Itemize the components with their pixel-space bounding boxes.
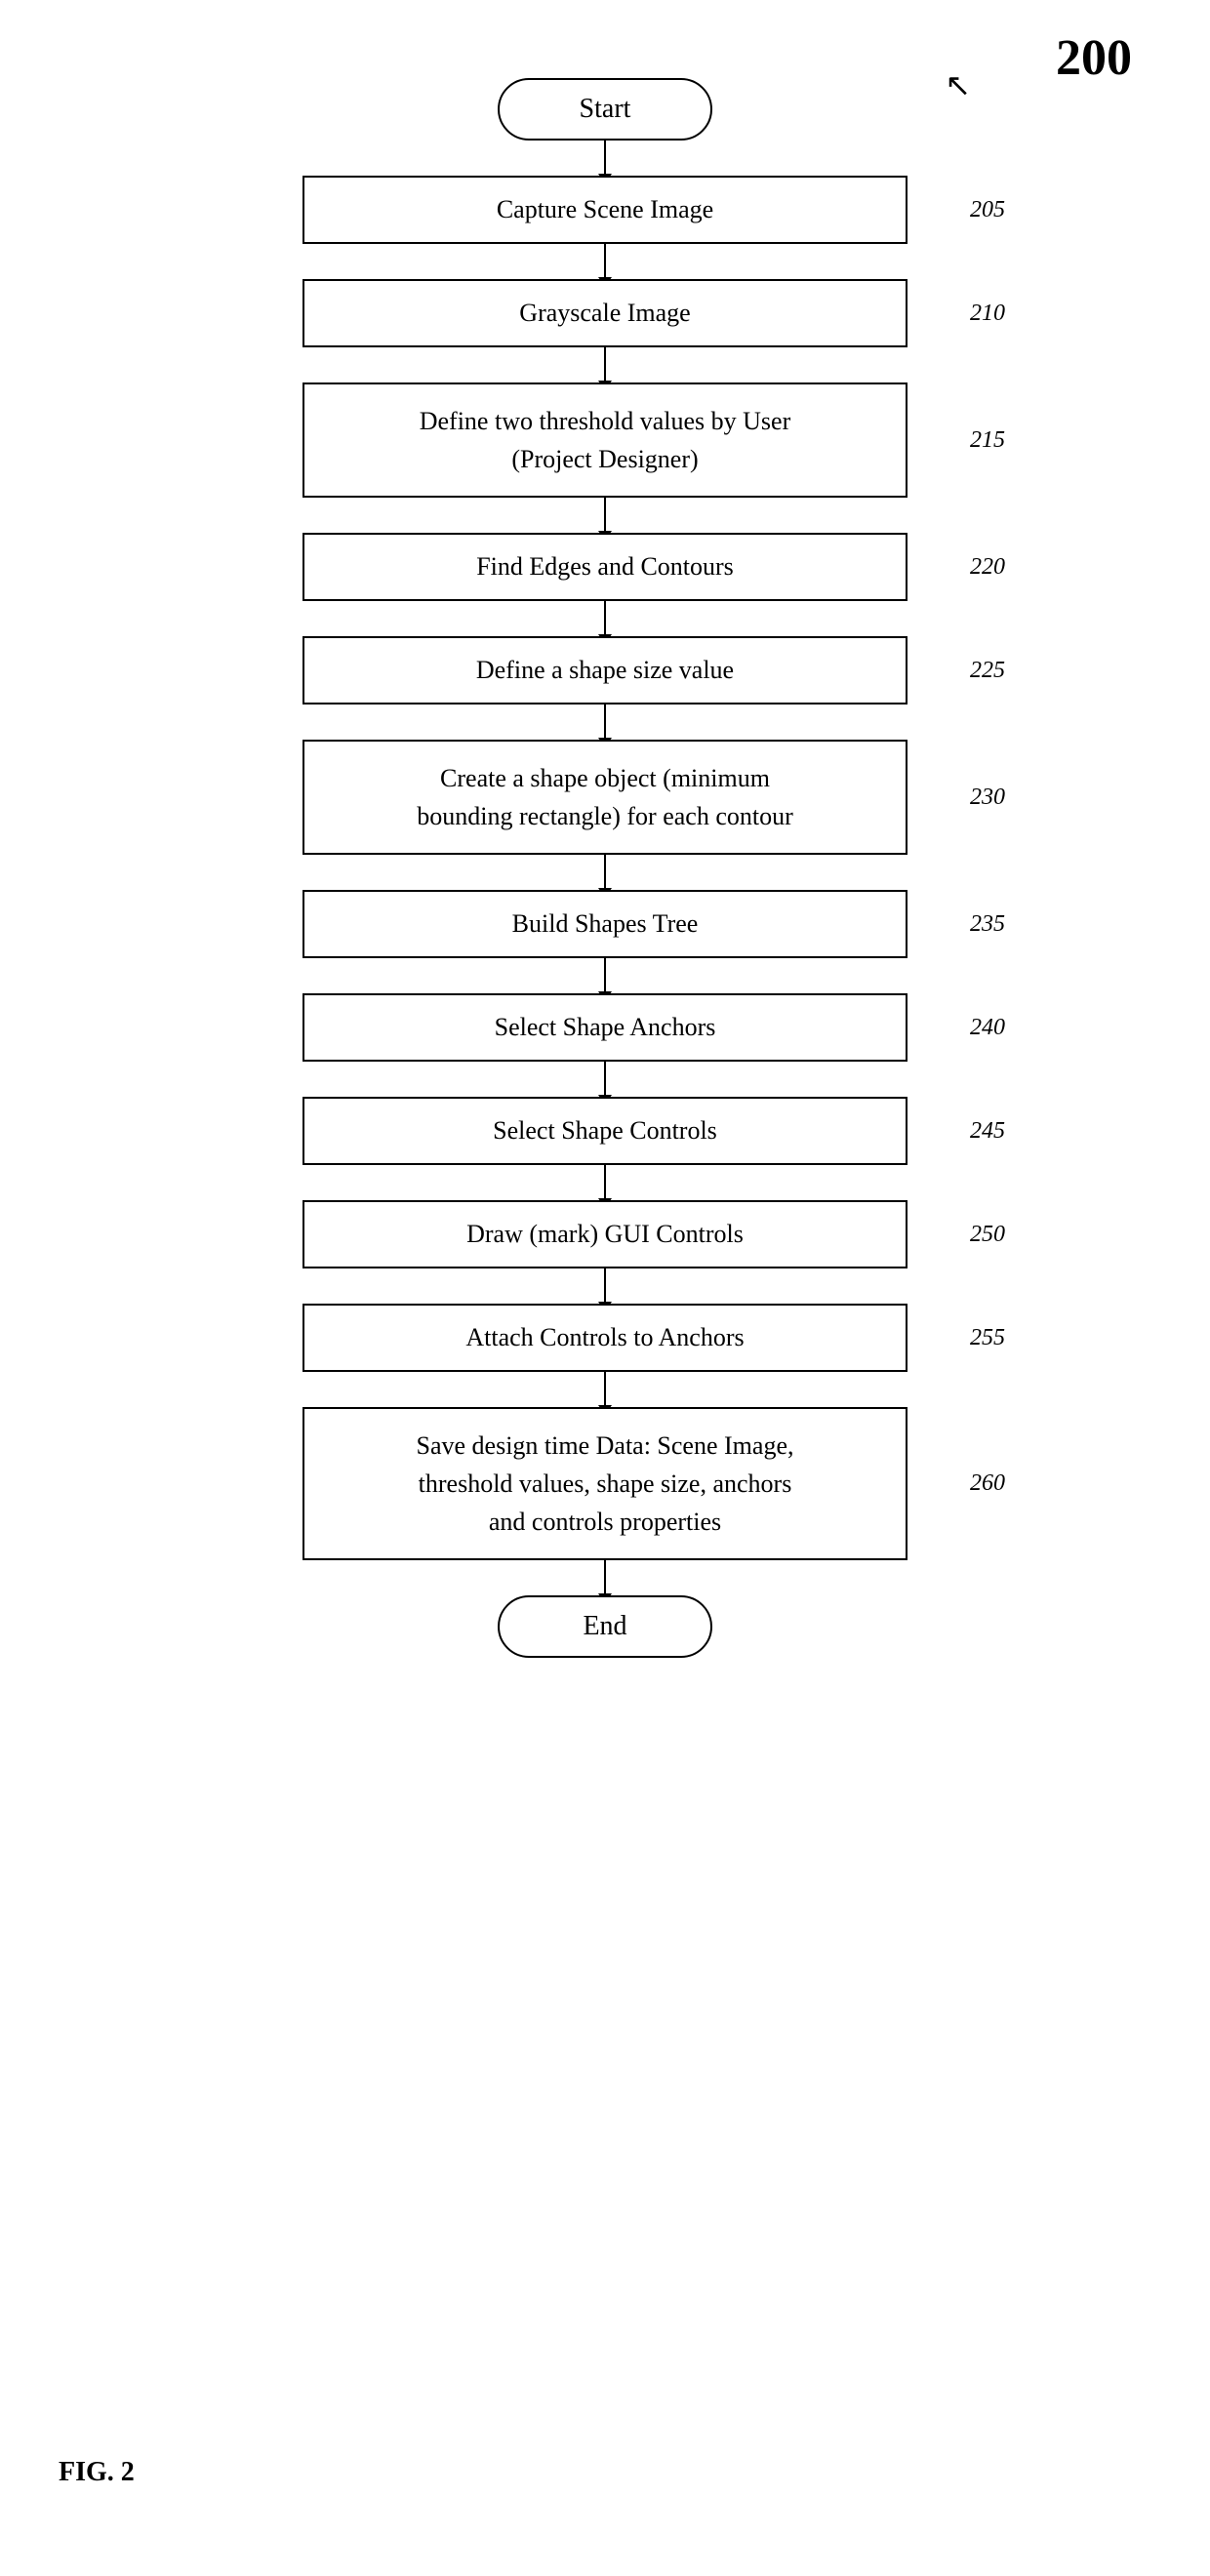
step-label-220: 220 (970, 554, 1005, 581)
figure-label: FIG. 2 (59, 2457, 135, 2488)
step-row-240: Select Shape Anchors 240 (0, 993, 1210, 1062)
process-225: Define a shape size value (302, 636, 908, 704)
step-label-225: 225 (970, 658, 1005, 684)
step-row-230: Create a shape object (minimumbounding r… (0, 740, 1210, 855)
step-label-230: 230 (970, 785, 1005, 811)
start-row: Start (0, 78, 1210, 141)
connector-6 (604, 704, 606, 740)
step-label-215: 215 (970, 427, 1005, 454)
process-260: Save design time Data: Scene Image,thres… (302, 1407, 908, 1560)
connector-4 (604, 498, 606, 533)
process-235: Build Shapes Tree (302, 890, 908, 958)
process-205: Capture Scene Image (302, 176, 908, 244)
process-255: Attach Controls to Anchors (302, 1304, 908, 1372)
end-node: End (498, 1595, 712, 1658)
step-row-225: Define a shape size value 225 (0, 636, 1210, 704)
process-220: Find Edges and Contours (302, 533, 908, 601)
step-row-220: Find Edges and Contours 220 (0, 533, 1210, 601)
step-label-235: 235 (970, 911, 1005, 938)
step-row-235: Build Shapes Tree 235 (0, 890, 1210, 958)
diagram-container: 200 ↖ Start Capture Scene Image 205 Gray… (0, 0, 1210, 2576)
step-label-205: 205 (970, 197, 1005, 223)
connector-1 (604, 141, 606, 176)
step-label-210: 210 (970, 301, 1005, 327)
connector-8 (604, 958, 606, 993)
step-label-245: 245 (970, 1118, 1005, 1145)
connector-7 (604, 855, 606, 890)
step-row-205: Capture Scene Image 205 (0, 176, 1210, 244)
process-250: Draw (mark) GUI Controls (302, 1200, 908, 1268)
connector-5 (604, 601, 606, 636)
step-row-260: Save design time Data: Scene Image,thres… (0, 1407, 1210, 1560)
step-label-250: 250 (970, 1222, 1005, 1248)
process-245: Select Shape Controls (302, 1097, 908, 1165)
connector-13 (604, 1560, 606, 1595)
connector-9 (604, 1062, 606, 1097)
connector-10 (604, 1165, 606, 1200)
process-240: Select Shape Anchors (302, 993, 908, 1062)
flow-wrapper: Start Capture Scene Image 205 Grayscale … (0, 39, 1210, 1658)
step-label-240: 240 (970, 1015, 1005, 1041)
step-row-255: Attach Controls to Anchors 255 (0, 1304, 1210, 1372)
step-label-255: 255 (970, 1325, 1005, 1351)
end-row: End (0, 1595, 1210, 1658)
connector-3 (604, 347, 606, 382)
connector-11 (604, 1268, 606, 1304)
step-label-260: 260 (970, 1470, 1005, 1497)
start-node: Start (498, 78, 712, 141)
step-row-215: Define two threshold values by User(Proj… (0, 382, 1210, 498)
connector-12 (604, 1372, 606, 1407)
connector-2 (604, 244, 606, 279)
step-row-245: Select Shape Controls 245 (0, 1097, 1210, 1165)
process-210: Grayscale Image (302, 279, 908, 347)
step-row-210: Grayscale Image 210 (0, 279, 1210, 347)
process-215: Define two threshold values by User(Proj… (302, 382, 908, 498)
process-230: Create a shape object (minimumbounding r… (302, 740, 908, 855)
step-row-250: Draw (mark) GUI Controls 250 (0, 1200, 1210, 1268)
